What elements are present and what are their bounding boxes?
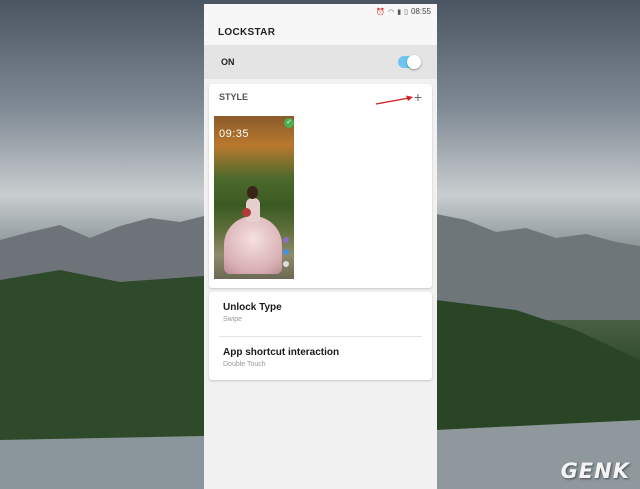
master-switch-label: ON [221,57,235,67]
annotation-arrow-icon [375,95,413,105]
settings-card: Unlock Type Swipe App shortcut interacti… [209,292,432,380]
battery-icon: ▯ [404,8,408,16]
app-title: LOCKSTAR [218,26,276,38]
status-time: 08:55 [410,7,431,16]
background-landscape-left [0,0,204,489]
style-label: STYLE [219,92,249,102]
genk-watermark-logo: GENK [560,459,630,483]
setting-title: App shortcut interaction [223,347,340,358]
style-card: STYLE + 09:35 ✓ [209,84,432,288]
master-switch-row[interactable]: ON [204,45,437,79]
background-landscape-right [436,0,640,489]
master-toggle[interactable] [398,55,421,69]
setting-title: Unlock Type [223,302,282,313]
phone-screen: ⏰ ◠ ▮ ▯ 08:55 LOCKSTAR ON STYLE + 09:35 [204,4,437,489]
add-style-button[interactable]: + [414,90,422,104]
thumbnail-dress [224,216,282,274]
wifi-icon: ◠ [388,8,395,16]
shortcut-dot-icon [283,237,289,243]
thumbnail-clock: 09:35 [219,128,250,140]
selected-check-icon: ✓ [284,118,294,128]
setting-subtitle: Swipe [223,316,243,323]
setting-unlock-type[interactable]: Unlock Type Swipe [209,292,432,336]
alarm-icon: ⏰ [376,8,386,16]
toggle-knob [407,55,421,69]
shortcut-dot-icon [283,261,289,267]
style-thumbnail[interactable]: 09:35 ✓ [214,116,294,279]
thumbnail-bouquet [242,208,251,217]
status-bar: ⏰ ◠ ▮ ▯ 08:55 [204,4,437,19]
signal-icon: ▮ [397,8,402,16]
setting-app-shortcut[interactable]: App shortcut interaction Double Touch [209,337,432,381]
thumbnail-head [247,186,258,199]
setting-subtitle: Double Touch [223,361,266,368]
shortcut-dot-icon [283,249,289,255]
app-bar: LOCKSTAR [204,19,437,45]
